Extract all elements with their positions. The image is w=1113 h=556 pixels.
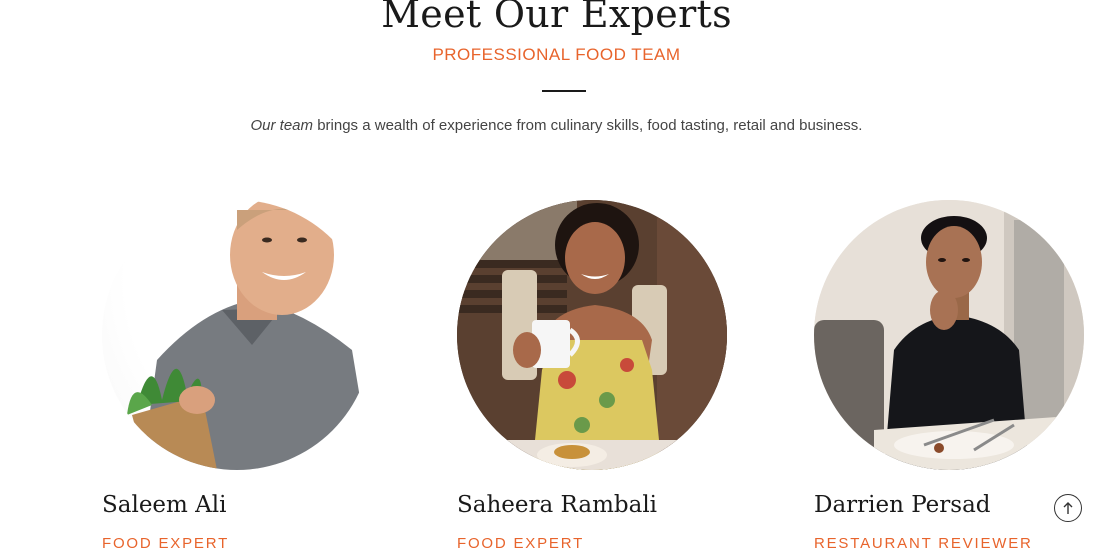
intro-body: brings a wealth of experience from culin… [313, 117, 863, 134]
intro-emphasis: Our team [250, 117, 314, 134]
scroll-to-top-button[interactable] [1054, 494, 1082, 522]
expert-name[interactable]: Saleem Ali [102, 492, 227, 518]
expert-card-darrien-persad[interactable]: Darrien Persad RESTAURANT REVIEWER [814, 200, 1084, 552]
expert-name[interactable]: Darrien Persad [814, 492, 991, 518]
expert-photo[interactable] [814, 200, 1084, 470]
section-subtitle: PROFESSIONAL FOOD TEAM [432, 45, 681, 64]
title-divider [542, 90, 586, 92]
expert-photo[interactable] [457, 200, 727, 470]
expert-role: RESTAURANT REVIEWER [814, 535, 1033, 552]
expert-role: FOOD EXPERT [457, 535, 585, 552]
expert-card-saheera-rambali[interactable]: Saheera Rambali FOOD EXPERT [457, 200, 727, 552]
expert-name[interactable]: Saheera Rambali [457, 492, 657, 518]
expert-photo[interactable] [102, 200, 372, 470]
portrait-illustration [814, 200, 1084, 470]
section-title: Meet Our Experts [381, 0, 732, 36]
portrait-illustration [127, 200, 372, 470]
intro-text: Our team brings a wealth of experience f… [0, 117, 1113, 134]
expert-role: FOOD EXPERT [102, 535, 230, 552]
expert-card-saleem-ali[interactable]: Saleem Ali FOOD EXPERT [102, 200, 372, 552]
arrow-up-icon [1063, 502, 1073, 514]
portrait-illustration [457, 200, 727, 470]
